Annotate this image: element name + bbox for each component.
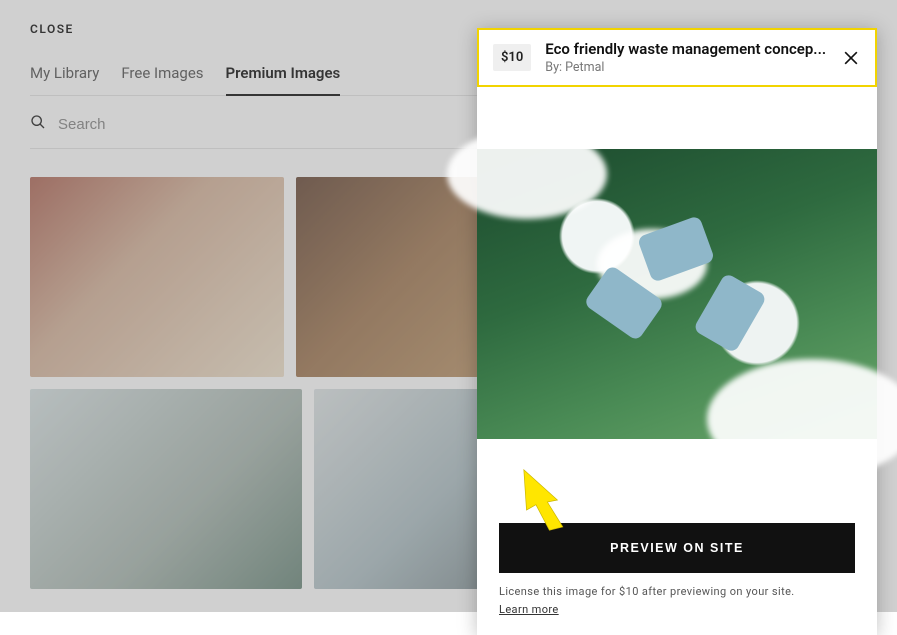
tab-free-images[interactable]: Free Images xyxy=(121,64,203,96)
panel-title-wrap: Eco friendly waste management concep... … xyxy=(545,40,827,75)
tab-premium-images[interactable]: Premium Images xyxy=(226,64,341,96)
price-chip: $10 xyxy=(493,44,531,71)
panel-hero-image xyxy=(477,149,877,439)
grid-image[interactable] xyxy=(30,389,302,589)
panel-footer: PREVIEW ON SITE License this image for $… xyxy=(477,501,877,635)
panel-title: Eco friendly waste management concep... xyxy=(545,40,827,58)
panel-byline: By: Petmal xyxy=(545,60,827,75)
preview-on-site-button[interactable]: PREVIEW ON SITE xyxy=(499,523,855,573)
image-detail-panel: $10 Eco friendly waste management concep… xyxy=(477,28,877,635)
panel-header: $10 Eco friendly waste management concep… xyxy=(477,28,877,87)
license-note: License this image for $10 after preview… xyxy=(499,585,855,598)
grid-image[interactable] xyxy=(30,177,284,377)
learn-more-link[interactable]: Learn more xyxy=(499,603,559,616)
panel-hero-wrap xyxy=(477,149,877,439)
tab-my-library[interactable]: My Library xyxy=(30,64,99,96)
close-icon[interactable] xyxy=(841,48,861,68)
search-icon xyxy=(30,114,46,134)
recycle-icon xyxy=(587,219,767,369)
